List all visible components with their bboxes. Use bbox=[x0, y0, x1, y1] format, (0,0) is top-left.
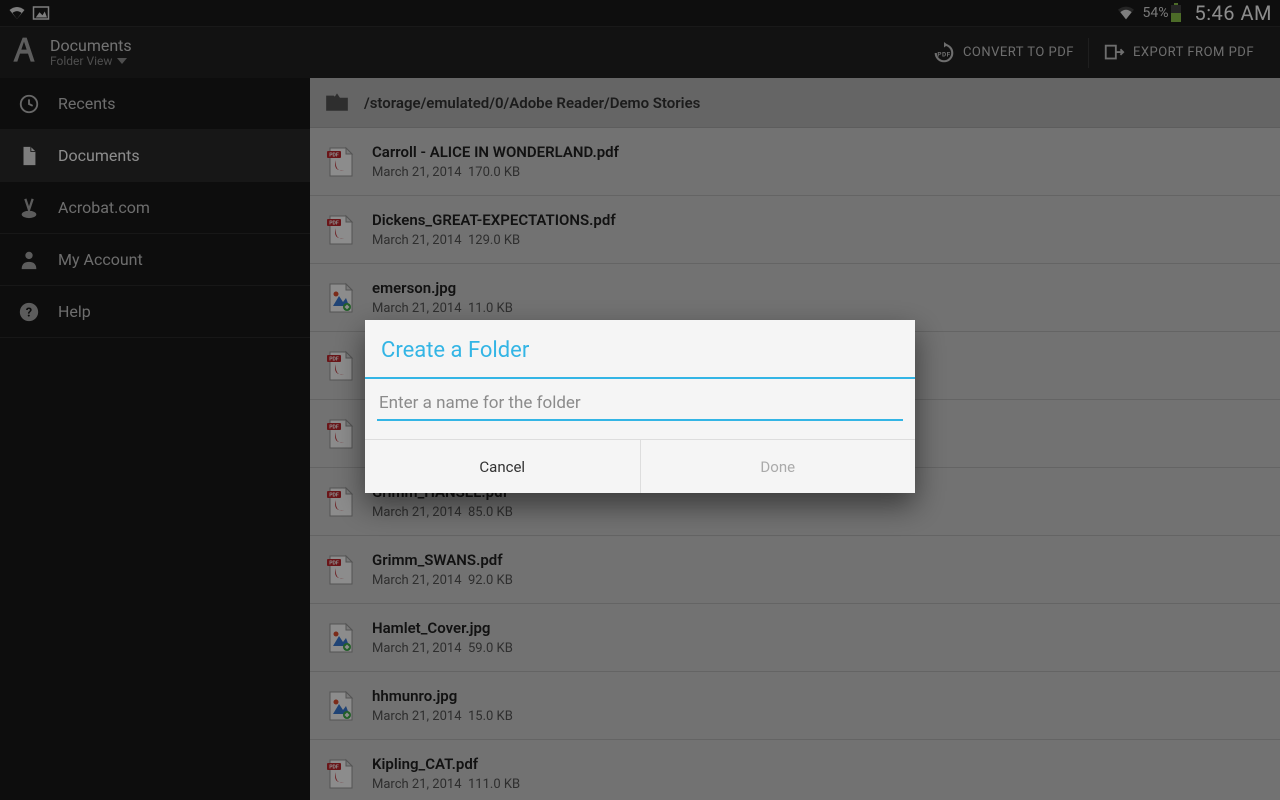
done-button[interactable]: Done bbox=[640, 440, 916, 493]
create-folder-dialog: Create a Folder Cancel Done bbox=[365, 320, 915, 493]
cancel-button[interactable]: Cancel bbox=[365, 440, 640, 493]
dialog-title: Create a Folder bbox=[365, 320, 915, 377]
folder-name-input[interactable] bbox=[377, 387, 903, 421]
